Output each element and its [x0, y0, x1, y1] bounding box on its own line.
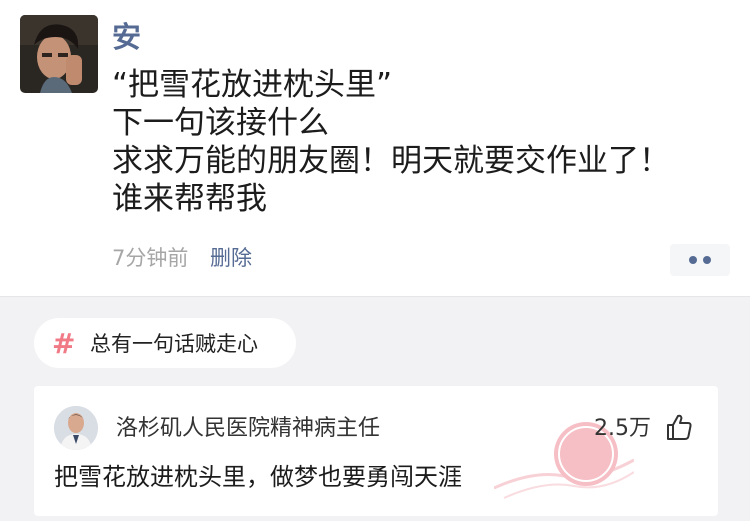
- dot: [703, 256, 711, 264]
- topic-label: 总有一句话贼走心: [90, 332, 258, 356]
- post-content-line: “把雪花放进枕头里”: [112, 67, 393, 103]
- hashtag-icon: #: [52, 326, 76, 360]
- like-count: 2.5万: [594, 416, 651, 441]
- post-content-line: 下一句该接什么: [112, 105, 329, 141]
- more-dots-icon[interactable]: [670, 244, 730, 276]
- comment-text: 把雪花放进枕头里，做梦也要勇闯天涯: [54, 463, 462, 491]
- commenter-name[interactable]: 洛杉矶人民医院精神病主任: [116, 414, 380, 444]
- post-timestamp: 7分钟前: [112, 246, 189, 270]
- user-avatar[interactable]: [20, 15, 98, 93]
- post-content-line: 谁来帮帮我: [112, 181, 267, 217]
- post-author-name[interactable]: 安: [112, 19, 141, 55]
- dot: [689, 256, 697, 264]
- delete-link[interactable]: 删除: [210, 243, 252, 273]
- topic-tag[interactable]: # 总有一句话贼走心: [34, 318, 296, 368]
- post-content-line: 求求万能的朋友圈！明天就要交作业了！: [112, 143, 670, 179]
- top-comment-card: 洛杉矶人民医院精神病主任 2.5万 把雪花放进枕头里，做梦也要勇闯天涯: [34, 386, 718, 516]
- post-content: “把雪花放进枕头里” 下一句该接什么 求求万能的朋友圈！明天就要交作业了！ 谁来…: [112, 66, 712, 218]
- moments-post: 安 “把雪花放进枕头里” 下一句该接什么 求求万能的朋友圈！明天就要交作业了！ …: [0, 0, 750, 297]
- commenter-avatar[interactable]: [54, 406, 98, 450]
- thumbs-up-icon[interactable]: [664, 412, 694, 442]
